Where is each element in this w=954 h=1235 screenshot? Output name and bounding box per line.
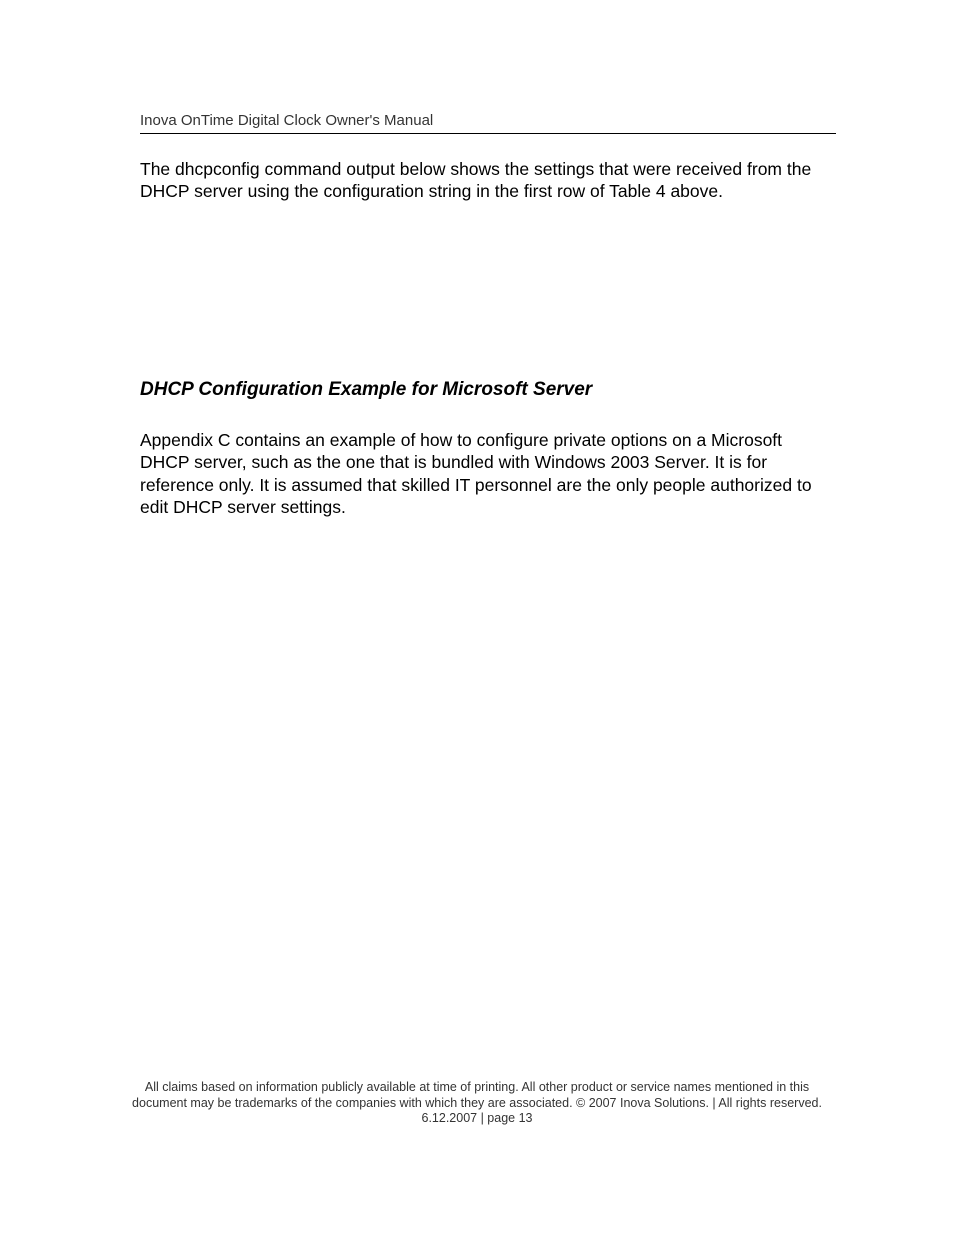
page-content: Inova OnTime Digital Clock Owner's Manua…: [0, 0, 954, 518]
section-heading: DHCP Configuration Example for Microsoft…: [140, 379, 836, 401]
page-footer: All claims based on information publicly…: [0, 1080, 954, 1127]
intro-paragraph: The dhcpconfig command output below show…: [140, 158, 836, 203]
section-paragraph: Appendix C contains an example of how to…: [140, 429, 836, 519]
header-title: Inova OnTime Digital Clock Owner's Manua…: [140, 112, 836, 134]
